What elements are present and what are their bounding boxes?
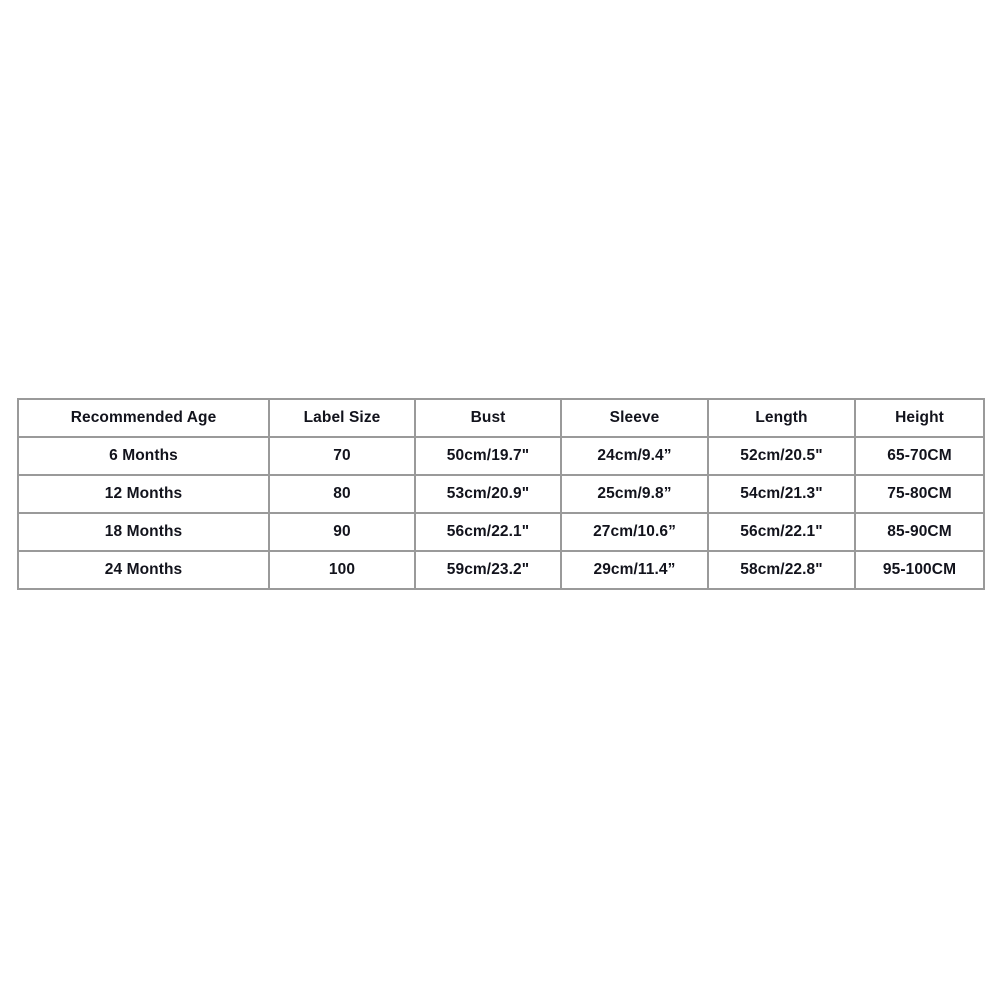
table-row: 24 Months 100 59cm/23.2" 29cm/11.4” 58cm… xyxy=(17,550,985,590)
cell-bust: 50cm/19.7" xyxy=(414,436,562,476)
column-header-sleeve: Sleeve xyxy=(560,398,709,438)
column-header-recommended-age: Recommended Age xyxy=(17,398,270,438)
cell-recommended-age: 12 Months xyxy=(17,474,270,514)
cell-sleeve: 29cm/11.4” xyxy=(560,550,709,590)
cell-recommended-age: 18 Months xyxy=(17,512,270,552)
cell-height: 85-90CM xyxy=(854,512,985,552)
column-header-bust: Bust xyxy=(414,398,562,438)
cell-label-size: 100 xyxy=(268,550,416,590)
cell-height: 75-80CM xyxy=(854,474,985,514)
cell-length: 52cm/20.5" xyxy=(707,436,856,476)
cell-sleeve: 24cm/9.4” xyxy=(560,436,709,476)
cell-recommended-age: 24 Months xyxy=(17,550,270,590)
cell-length: 58cm/22.8" xyxy=(707,550,856,590)
table-row: 18 Months 90 56cm/22.1" 27cm/10.6” 56cm/… xyxy=(17,512,985,552)
cell-sleeve: 27cm/10.6” xyxy=(560,512,709,552)
cell-label-size: 80 xyxy=(268,474,416,514)
cell-sleeve: 25cm/9.8” xyxy=(560,474,709,514)
cell-bust: 56cm/22.1" xyxy=(414,512,562,552)
cell-label-size: 70 xyxy=(268,436,416,476)
cell-recommended-age: 6 Months xyxy=(17,436,270,476)
cell-bust: 59cm/23.2" xyxy=(414,550,562,590)
cell-length: 56cm/22.1" xyxy=(707,512,856,552)
column-header-length: Length xyxy=(707,398,856,438)
table-header-row: Recommended Age Label Size Bust Sleeve L… xyxy=(17,398,985,438)
column-header-label-size: Label Size xyxy=(268,398,416,438)
column-header-height: Height xyxy=(854,398,985,438)
cell-label-size: 90 xyxy=(268,512,416,552)
cell-length: 54cm/21.3" xyxy=(707,474,856,514)
table-row: 12 Months 80 53cm/20.9" 25cm/9.8” 54cm/2… xyxy=(17,474,985,514)
table-row: 6 Months 70 50cm/19.7" 24cm/9.4” 52cm/20… xyxy=(17,436,985,476)
size-chart-table: Recommended Age Label Size Bust Sleeve L… xyxy=(17,398,985,590)
cell-bust: 53cm/20.9" xyxy=(414,474,562,514)
cell-height: 65-70CM xyxy=(854,436,985,476)
cell-height: 95-100CM xyxy=(854,550,985,590)
